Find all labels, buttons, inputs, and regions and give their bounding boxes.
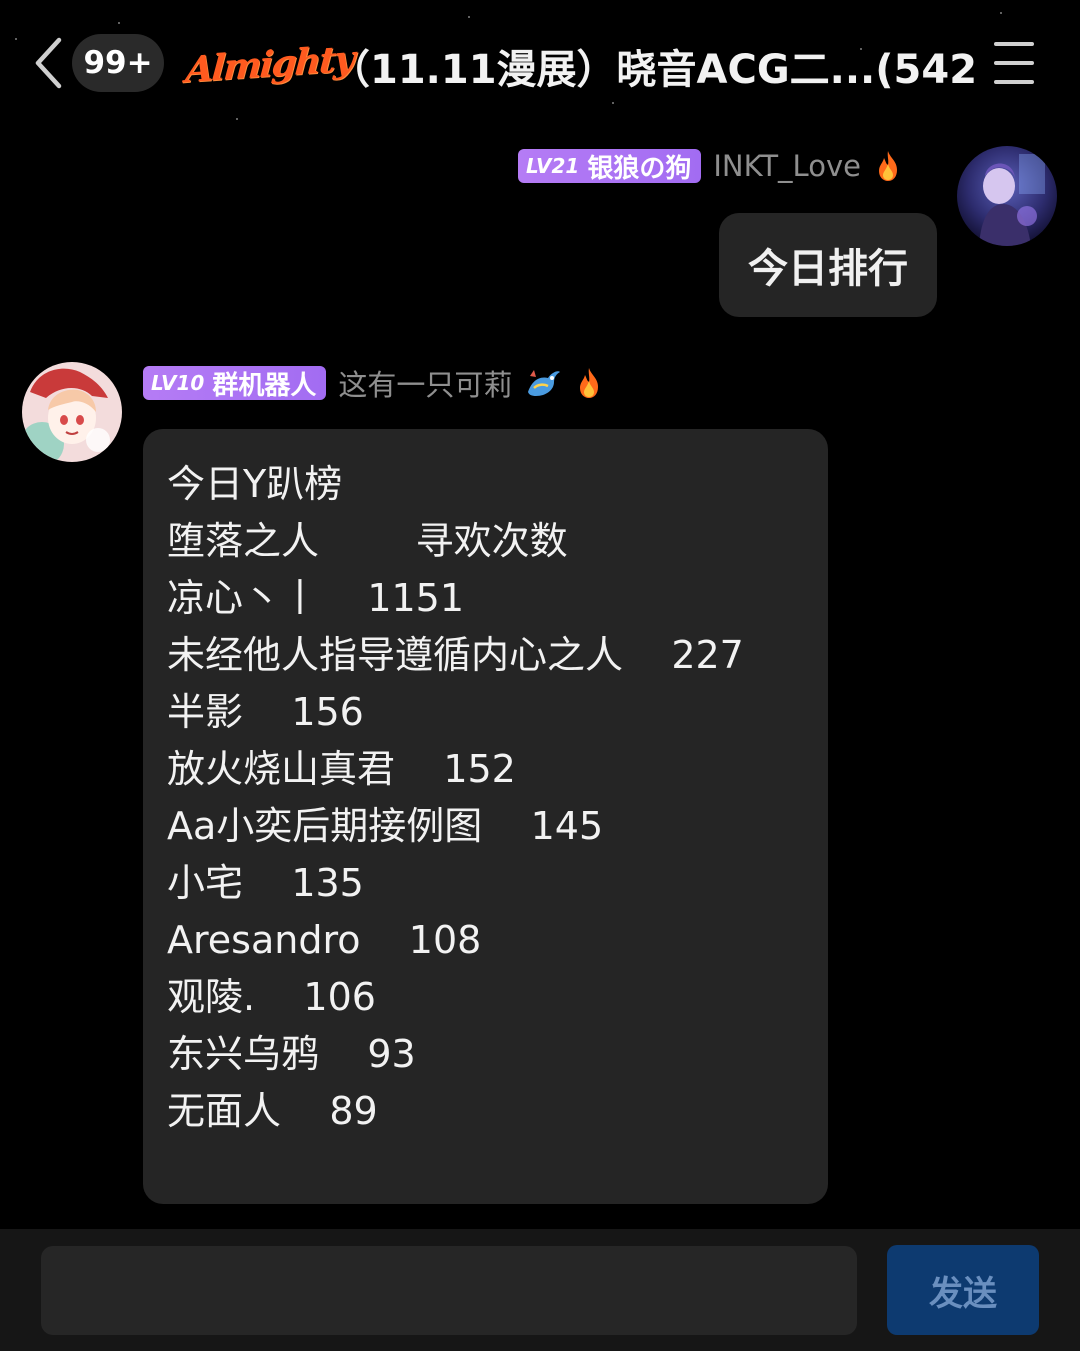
sender-line-left: LV10 群机器人 这有一只可莉 <box>143 363 602 403</box>
message-bubble-right[interactable]: 今日排行 <box>719 213 937 317</box>
ranking-row: 放火烧山真君 152 <box>167 747 516 791</box>
title-tag: 银狼の狗 <box>587 153 692 184</box>
ranking-title: 今日Y趴榜 <box>167 462 343 506</box>
level-tag: LV10 群机器人 <box>143 366 327 401</box>
avatar-image <box>957 146 1057 246</box>
fire-icon <box>580 368 599 398</box>
sender-nickname[interactable]: 这有一只可莉 <box>338 362 512 404</box>
ranking-row: 小宅 135 <box>167 861 364 905</box>
avatar-image <box>22 362 122 462</box>
chat-header: 99+ Almighty （11.11漫展）晓音ACG二...(542) <box>0 0 1080 130</box>
ranking-row: 观陵. 106 <box>167 975 376 1019</box>
ranking-row: 无面人 89 <box>167 1089 378 1133</box>
message-input[interactable] <box>41 1246 857 1335</box>
sender-line-right: LV21 银狼の狗 INKT_Love <box>518 146 901 186</box>
level-label: LV10 <box>151 371 205 395</box>
ranking-header: 堕落之人 寻欢次数 <box>167 519 568 563</box>
avatar-bot[interactable] <box>22 362 122 462</box>
message-bubble-left[interactable]: 今日Y趴榜 堕落之人 寻欢次数 凉心丶丨 1151 未经他人指导遵循内心之人 2… <box>143 429 828 1204</box>
unread-count-badge[interactable]: 99+ <box>72 34 164 92</box>
ranking-row: Aa小奕后期接例图 145 <box>167 804 604 848</box>
ranking-row: 凉心丶丨 1151 <box>167 576 465 620</box>
back-button[interactable] <box>28 34 68 92</box>
level-tag: LV21 银狼の狗 <box>518 149 702 184</box>
ranking-row: Aresandro 108 <box>167 918 482 962</box>
menu-button[interactable] <box>990 42 1038 84</box>
send-button[interactable]: 发送 <box>887 1245 1039 1335</box>
ranking-row: 半影 156 <box>167 690 364 734</box>
chevron-left-icon <box>35 37 62 89</box>
fire-icon <box>878 151 897 181</box>
menu-icon <box>994 42 1034 46</box>
avatar-inkt-love[interactable] <box>957 146 1057 246</box>
group-title[interactable]: （11.11漫展）晓音ACG二...(542) <box>330 38 980 94</box>
ranking-row: 东兴乌鸦 93 <box>167 1032 416 1076</box>
title-tag: 群机器人 <box>212 370 317 401</box>
level-label: LV21 <box>526 154 580 178</box>
dragon-icon <box>528 370 561 396</box>
input-bar: 发送 <box>0 1229 1080 1351</box>
almighty-logo: Almighty <box>184 37 355 92</box>
ranking-row: 未经他人指导遵循内心之人 227 <box>167 633 744 677</box>
sender-nickname[interactable]: INKT_Love <box>713 149 861 183</box>
